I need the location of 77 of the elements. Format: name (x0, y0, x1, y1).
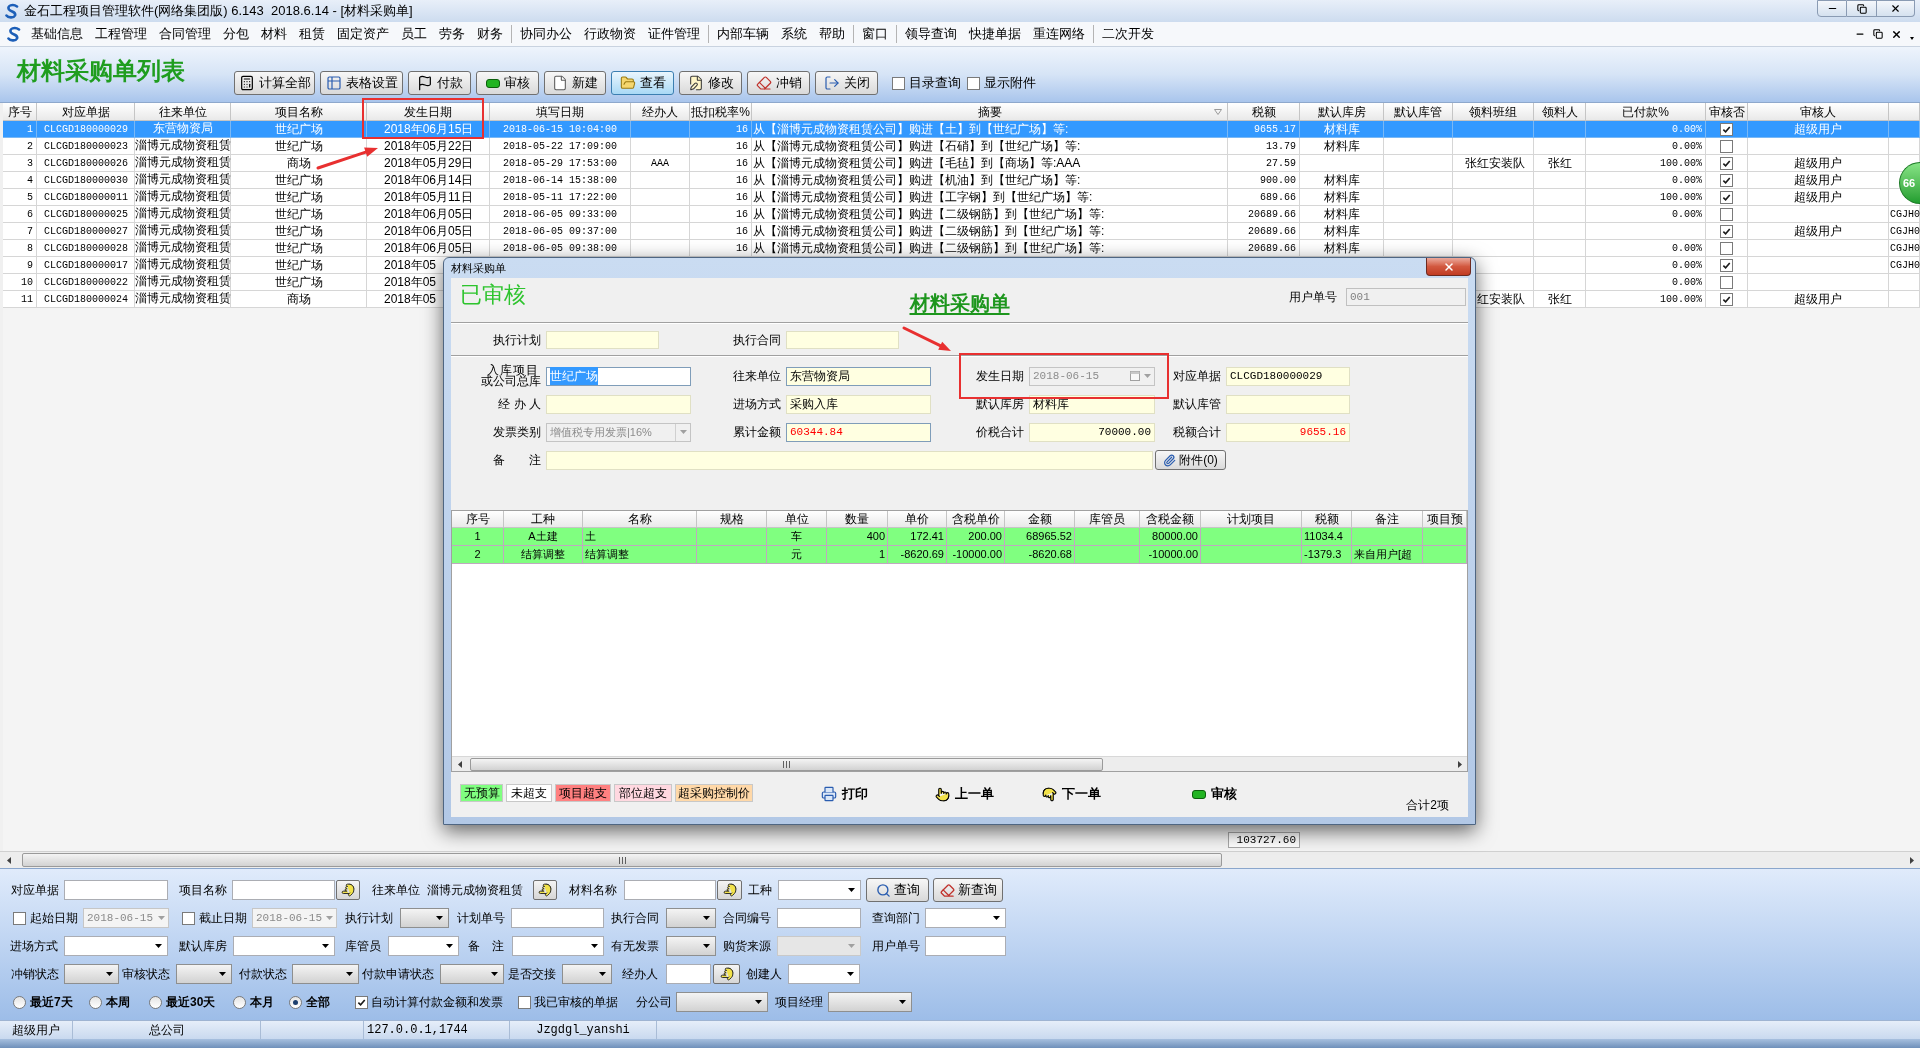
table-cell: -10000.00 (1140, 546, 1201, 564)
field-label: 累计金额 (733, 424, 781, 441)
field-label: 用户单号 (1289, 289, 1337, 306)
field-label: 默认库管 (1173, 396, 1221, 413)
field-label: 有无发票 (611, 938, 659, 955)
field-label: 执行合同 (733, 331, 781, 349)
legend-tag: 项目超支 (555, 784, 611, 802)
field-label: 执行计划 (493, 331, 541, 349)
field-label: 是否交接 (508, 966, 556, 983)
total-cell: 103727.60 (1228, 832, 1300, 848)
field-label: 执行计划 (345, 910, 393, 927)
table-cell: 元 (767, 546, 827, 564)
field-label: 付款状态 (239, 966, 287, 983)
item-count: 合计2项 (1406, 797, 1449, 814)
legend-tag: 超采购控制价 (675, 784, 753, 802)
field-label: 审核状态 (122, 966, 170, 983)
window-title: 金石工程项目管理软件(网络集团版) 6.143 2018.6.14 - [材料采购单] (24, 2, 413, 21)
field-label: 项目名称 (179, 882, 227, 899)
page-title: 材料采购单列表 (17, 58, 185, 84)
field-label: 税额合计 (1173, 424, 1221, 441)
table-cell: 张红 (1534, 291, 1586, 308)
field-label: 默认库房 (976, 396, 1024, 413)
field-label: 入库项目 或公司总库 (481, 365, 541, 387)
field-label: 经 办 人 (498, 396, 541, 413)
field-label: 购货来源 (723, 938, 771, 955)
field-label: 起始日期 (30, 910, 78, 927)
field-label: 查询部门 (872, 910, 920, 927)
form-heading: 材料采购单 (909, 291, 1010, 315)
field-label: 库管员 (345, 938, 381, 955)
field-value: 淄博元成物资租赁 (427, 882, 523, 899)
field-label: 对应单据 (1173, 368, 1221, 385)
field-label: 执行合同 (611, 910, 659, 927)
field-label: 付款申请状态 (362, 966, 434, 983)
field-label: 对应单据 (11, 882, 59, 899)
field-label: 备 注 (468, 938, 504, 955)
field-label: 往来单位 (733, 368, 781, 385)
table-cell: 1 (827, 546, 888, 564)
field-label: 往来单位 (372, 882, 420, 899)
table-cell: 2 (452, 546, 504, 564)
table-cell: -1379.3 (1302, 546, 1352, 564)
table-cell: 100.00% (1586, 291, 1706, 308)
field-label: 发票类别 (493, 424, 541, 441)
field-label: 项目经理 (775, 994, 823, 1011)
table-cell: 超级用户 (1748, 291, 1889, 308)
table-cell: 结算调整 (583, 546, 697, 564)
legend-tag: 无预算 (460, 784, 503, 802)
status-text: 127.0.0.1,1744 (367, 1022, 468, 1039)
field-label: 合同编号 (723, 910, 771, 927)
field-label: 分公司 (636, 994, 672, 1011)
table-cell: 来自用户[超 (1352, 546, 1423, 564)
field-label: 备 注 (493, 452, 541, 469)
table-cell: -8620.69 (888, 546, 947, 564)
field-label: 默认库房 (179, 938, 227, 955)
legend-tag: 未超支 (506, 784, 552, 802)
field-label: 价税合计 (976, 424, 1024, 441)
table-cell: 结算调整 (504, 546, 583, 564)
status-text: 超级用户 (12, 1022, 60, 1039)
status-text: 总公司 (148, 1022, 185, 1039)
table-cell: 11 (3, 291, 37, 308)
field-label: 进场方式 (733, 396, 781, 413)
field-label: 进场方式 (10, 938, 58, 955)
field-label: 经办人 (622, 966, 658, 983)
field-label: 截止日期 (199, 910, 247, 927)
field-label: 材料名称 (569, 882, 617, 899)
table-cell: -8620.68 (1005, 546, 1075, 564)
field-label: 发生日期 (976, 368, 1024, 385)
field-label: 创建人 (746, 966, 782, 983)
table-cell: -10000.00 (947, 546, 1005, 564)
legend-tag: 部位超支 (614, 784, 672, 802)
table-cell: 淄博元成物资租赁 (135, 291, 231, 308)
table-cell: CLCGD180000024 (37, 291, 135, 308)
status-text: Jzgdgl_yanshi (536, 1022, 630, 1039)
table-cell: 商场 (231, 291, 367, 308)
field-label: 冲销状态 (11, 966, 59, 983)
field-label: 计划单号 (457, 910, 505, 927)
field-label: 用户单号 (872, 938, 920, 955)
field-label: 工种 (748, 882, 772, 899)
